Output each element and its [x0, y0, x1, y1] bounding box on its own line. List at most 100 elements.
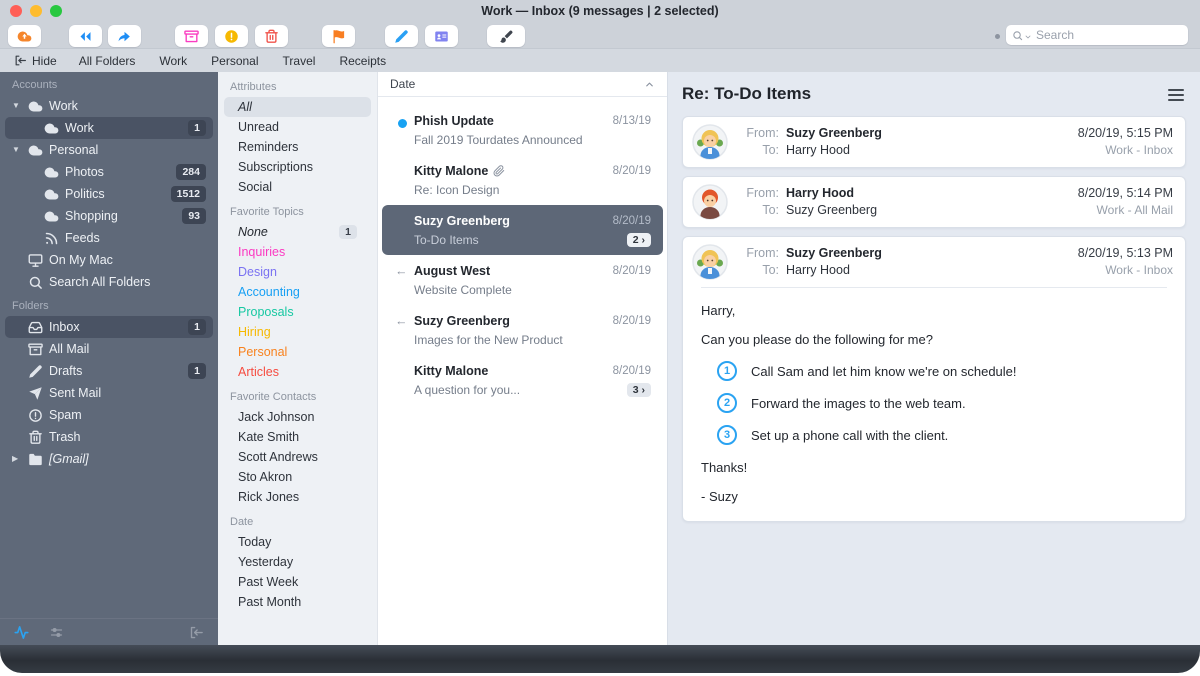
sidebar-mailbox-shopping[interactable]: Shopping 93: [5, 205, 213, 227]
message-list: Date Phish Update 8/13/19 Fall 2019 Tour…: [378, 72, 668, 645]
compose-button[interactable]: [385, 25, 418, 47]
reply-button[interactable]: [69, 25, 102, 47]
flag-button[interactable]: [322, 25, 355, 47]
sidebar-folder-spam[interactable]: Spam: [5, 404, 213, 426]
contact-rick-jones[interactable]: Rick Jones: [224, 487, 371, 507]
message-list-item[interactable]: Kitty Malone 8/20/19 Re: Icon Design: [382, 155, 663, 205]
tab-all-folders[interactable]: All Folders: [79, 54, 136, 68]
topic-accounting[interactable]: Accounting: [224, 282, 371, 302]
attribute-social[interactable]: Social: [224, 177, 371, 197]
message-list-item[interactable]: Phish Update 8/13/19 Fall 2019 Tourdates…: [382, 105, 663, 155]
archive-button[interactable]: [175, 25, 208, 47]
sidebar-account-personal[interactable]: ▼ Personal: [5, 139, 213, 161]
activity-icon[interactable]: [14, 625, 29, 640]
search-field[interactable]: [1006, 25, 1188, 45]
tab-personal[interactable]: Personal: [211, 54, 258, 68]
search-input[interactable]: [1034, 27, 1182, 43]
brush-icon: [499, 29, 514, 44]
disclosure-down-icon[interactable]: ▼: [12, 146, 22, 154]
sort-header[interactable]: Date: [378, 72, 667, 97]
sidebar-on-my-mac[interactable]: On My Mac: [5, 249, 213, 271]
window-title: Work — Inbox (9 messages | 2 selected): [0, 4, 1200, 18]
sidebar-account-work[interactable]: ▼ Work: [5, 95, 213, 117]
message-header[interactable]: From:Suzy Greenberg To:Harry Hood 8/20/1…: [683, 237, 1185, 287]
pencil-icon: [28, 364, 43, 379]
paperclip-icon: [493, 165, 505, 177]
unread-badge: 93: [182, 208, 206, 224]
hamburger-menu-icon[interactable]: [1168, 89, 1184, 91]
message-list-item[interactable]: Kitty Malone 8/20/19 A question for you.…: [382, 355, 663, 405]
sidebar-mailbox-politics[interactable]: Politics 1512: [5, 183, 213, 205]
delete-button[interactable]: [255, 25, 288, 47]
attribute-subscriptions[interactable]: Subscriptions: [224, 157, 371, 177]
toolbar-separator-dot: [995, 34, 1000, 39]
sidebar-folder-drafts[interactable]: Drafts 1: [5, 360, 213, 382]
sidebar-folder-sent-mail[interactable]: Sent Mail: [5, 382, 213, 404]
unread-badge: 1: [188, 120, 206, 136]
sidebar-folder-gmail[interactable]: ▶ [Gmail]: [5, 448, 213, 470]
sidebar-folder-trash[interactable]: Trash: [5, 426, 213, 448]
message-folder: Work - Inbox: [1078, 263, 1173, 277]
tab-receipts[interactable]: Receipts: [339, 54, 386, 68]
sliders-icon[interactable]: [49, 625, 64, 640]
cloud-icon: [44, 165, 59, 180]
topic-none[interactable]: None1: [224, 222, 371, 242]
send-button[interactable]: [8, 25, 41, 47]
collapse-sidebar-icon[interactable]: [189, 625, 204, 640]
attribute-unread[interactable]: Unread: [224, 117, 371, 137]
forward-button[interactable]: [108, 25, 141, 47]
topic-articles[interactable]: Articles: [224, 362, 371, 382]
date-past-week[interactable]: Past Week: [224, 572, 371, 592]
message-header[interactable]: From:Suzy Greenberg To:Harry Hood 8/20/1…: [683, 117, 1185, 167]
topic-personal[interactable]: Personal: [224, 342, 371, 362]
contacts-section-label: Favorite Contacts: [218, 382, 377, 407]
sidebar-mailbox-photos[interactable]: Photos 284: [5, 161, 213, 183]
cleanup-button[interactable]: [487, 25, 525, 47]
sidebar-folder-all-mail[interactable]: All Mail: [5, 338, 213, 360]
reader-pane: Re: To-Do Items From:Suzy Greenberg To:H…: [668, 72, 1200, 645]
message-list-item[interactable]: ← Suzy Greenberg 8/20/19 Images for the …: [382, 305, 663, 355]
contact-sto-akron[interactable]: Sto Akron: [224, 467, 371, 487]
tab-work[interactable]: Work: [159, 54, 187, 68]
contact-scott-andrews[interactable]: Scott Andrews: [224, 447, 371, 467]
cloud-icon: [28, 143, 43, 158]
attribute-reminders[interactable]: Reminders: [224, 137, 371, 157]
sidebar-mailbox-work[interactable]: Work 1: [5, 117, 213, 139]
mark-spam-button[interactable]: [215, 25, 248, 47]
disclosure-down-icon[interactable]: ▼: [12, 102, 22, 110]
tab-travel[interactable]: Travel: [283, 54, 316, 68]
contact-kate-smith[interactable]: Kate Smith: [224, 427, 371, 447]
message-list-item[interactable]: ← August West 8/20/19 Website Complete: [382, 255, 663, 305]
topic-hiring[interactable]: Hiring: [224, 322, 371, 342]
contact-card-icon: [434, 29, 449, 44]
attribute-all[interactable]: All: [224, 97, 371, 117]
contacts-button[interactable]: [425, 25, 458, 47]
sidebar-search-all-folders[interactable]: Search All Folders: [5, 271, 213, 293]
avatar: [692, 244, 728, 280]
unread-badge: 1512: [171, 186, 206, 202]
filter-column: Attributes All Unread Reminders Subscrip…: [218, 72, 378, 645]
cloud-upload-icon: [17, 29, 32, 44]
rss-icon: [44, 231, 59, 246]
inbox-icon: [28, 320, 43, 335]
topic-proposals[interactable]: Proposals: [224, 302, 371, 322]
replied-arrow-icon: ←: [395, 264, 408, 278]
topic-inquiries[interactable]: Inquiries: [224, 242, 371, 262]
body-intro: Can you please do the following for me?: [701, 332, 1167, 347]
message-body: Harry, Can you please do the following f…: [701, 287, 1167, 521]
date-today[interactable]: Today: [224, 532, 371, 552]
topic-design[interactable]: Design: [224, 262, 371, 282]
sidebar-footer: [0, 618, 218, 645]
unread-dot-icon: [398, 119, 407, 128]
contact-jack-johnson[interactable]: Jack Johnson: [224, 407, 371, 427]
laptop-bezel: [0, 645, 1200, 673]
attributes-section-label: Attributes: [218, 72, 377, 97]
sidebar-mailbox-feeds[interactable]: Feeds: [5, 227, 213, 249]
disclosure-right-icon[interactable]: ▶: [12, 455, 22, 463]
sidebar-folder-inbox[interactable]: Inbox 1: [5, 316, 213, 338]
message-header[interactable]: From:Harry Hood To:Suzy Greenberg 8/20/1…: [683, 177, 1185, 227]
date-past-month[interactable]: Past Month: [224, 592, 371, 612]
hide-sidebar-button[interactable]: Hide: [14, 54, 57, 68]
message-list-item-selected[interactable]: Suzy Greenberg 8/20/19 To-Do Items 2 ›: [382, 205, 663, 255]
date-yesterday[interactable]: Yesterday: [224, 552, 371, 572]
